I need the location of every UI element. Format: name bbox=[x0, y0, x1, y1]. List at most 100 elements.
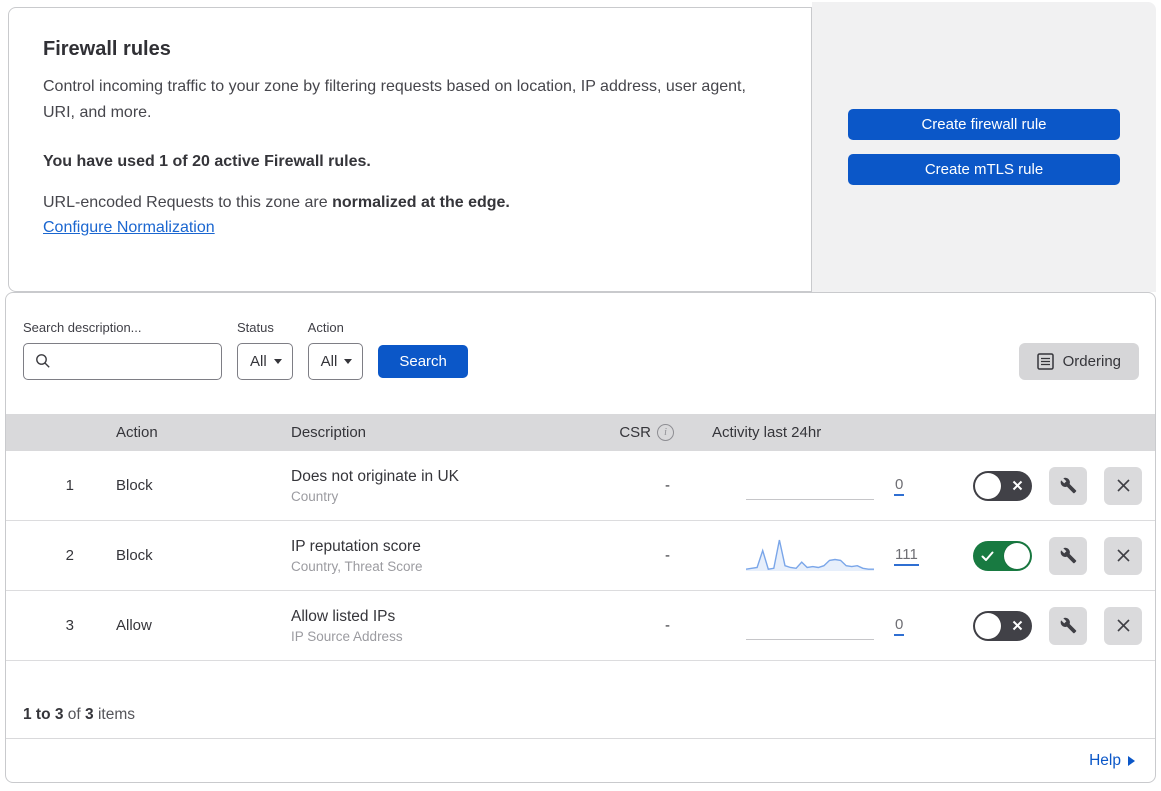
x-icon bbox=[1116, 619, 1130, 632]
rule-csr-value: - bbox=[665, 547, 670, 564]
rule-action: Block bbox=[116, 547, 153, 564]
activity-sparkline bbox=[746, 607, 874, 645]
page-title: Firewall rules bbox=[43, 38, 171, 60]
activity-count-link[interactable]: 0 bbox=[894, 616, 905, 636]
wrench-icon bbox=[1060, 617, 1076, 634]
rule-description-cell: IP reputation score Country, Threat Scor… bbox=[271, 538, 591, 574]
x-icon bbox=[1116, 549, 1130, 562]
filter-bar: Search description... Status All Action … bbox=[6, 293, 1155, 404]
table-row: 3 Allow Allow listed IPs IP Source Addre… bbox=[6, 591, 1155, 661]
status-label: Status bbox=[237, 320, 274, 335]
toggle-on-check-icon bbox=[981, 551, 994, 561]
rule-activity-cell: 111 bbox=[696, 537, 936, 575]
pagination-total: 3 bbox=[85, 706, 94, 723]
rule-action: Allow bbox=[116, 617, 152, 634]
pagination-items: items bbox=[93, 706, 135, 723]
activity-count-link[interactable]: 0 bbox=[894, 476, 905, 496]
rule-action: Block bbox=[116, 477, 153, 494]
rule-description: IP reputation score bbox=[291, 537, 421, 555]
normalization-bold: normalized at the edge. bbox=[332, 194, 510, 211]
usage-note: You have used 1 of 20 active Firewall ru… bbox=[43, 153, 371, 170]
rule-controls bbox=[936, 606, 1155, 645]
configure-normalization-link[interactable]: Configure Normalization bbox=[43, 219, 215, 237]
rule-description-cell: Allow listed IPs IP Source Address bbox=[271, 608, 591, 644]
info-icon[interactable] bbox=[657, 424, 674, 441]
pagination-of: of bbox=[63, 706, 86, 723]
create-actions-panel: Create firewall rule Create mTLS rule bbox=[812, 2, 1156, 292]
search-group: Search description... bbox=[23, 320, 237, 380]
rule-activity-cell: 0 bbox=[696, 467, 936, 505]
help-link[interactable]: Help bbox=[1089, 752, 1135, 770]
delete-rule-button[interactable] bbox=[1104, 536, 1142, 575]
rule-filter-fields: Country bbox=[291, 488, 339, 504]
table-row: 2 Block IP reputation score Country, Thr… bbox=[6, 521, 1155, 591]
rule-description: Does not originate in UK bbox=[291, 467, 460, 485]
toggle-knob bbox=[975, 472, 1001, 499]
toggle-knob bbox=[975, 612, 1001, 639]
activity-sparkline bbox=[745, 537, 874, 575]
action-label: Action bbox=[307, 320, 344, 335]
header-activity: Activity last 24hr bbox=[712, 424, 822, 441]
header-csr: CSR bbox=[591, 424, 696, 441]
header-action: Action bbox=[116, 424, 158, 441]
rule-enabled-toggle[interactable] bbox=[973, 470, 1032, 501]
rule-controls bbox=[936, 466, 1155, 505]
toggle-off-x-icon bbox=[1012, 620, 1023, 630]
delete-rule-button[interactable] bbox=[1104, 466, 1142, 505]
action-selected-value: All bbox=[320, 353, 338, 370]
table-row: 1 Block Does not originate in UK Country… bbox=[6, 451, 1155, 521]
rule-priority: 2 bbox=[65, 547, 74, 564]
rule-activity-cell: 0 bbox=[696, 607, 936, 645]
table-header: Action Description CSR Activity last 24h… bbox=[6, 414, 1155, 451]
rule-filter-fields: IP Source Address bbox=[291, 628, 403, 644]
action-select[interactable]: All bbox=[307, 343, 364, 380]
ordering-list-icon bbox=[1036, 353, 1054, 370]
ordering-button-label: Ordering bbox=[1062, 353, 1121, 370]
toggle-knob bbox=[1004, 542, 1030, 569]
create-firewall-rule-button[interactable]: Create firewall rule bbox=[848, 109, 1120, 140]
status-select[interactable]: All bbox=[237, 343, 293, 380]
search-label: Search description... bbox=[23, 320, 142, 335]
edit-rule-button[interactable] bbox=[1049, 536, 1087, 575]
rule-csr-value: - bbox=[665, 617, 670, 634]
status-selected-value: All bbox=[250, 353, 267, 370]
help-label: Help bbox=[1089, 752, 1121, 769]
firewall-rules-page: Firewall rules Control incoming traffic … bbox=[0, 0, 1161, 791]
search-button[interactable]: Search bbox=[378, 345, 468, 378]
normalization-text: URL-encoded Requests to this zone are bbox=[43, 194, 333, 211]
rule-priority: 3 bbox=[65, 617, 74, 634]
rule-enabled-toggle[interactable] bbox=[973, 540, 1032, 571]
rule-controls bbox=[936, 536, 1155, 575]
search-description-input[interactable] bbox=[23, 343, 222, 380]
firewall-intro-card: Firewall rules Control incoming traffic … bbox=[8, 7, 812, 292]
rule-filter-fields: Country, Threat Score bbox=[291, 558, 423, 574]
header-csr-label: CSR bbox=[619, 424, 651, 441]
search-box bbox=[23, 343, 222, 380]
wrench-icon bbox=[1060, 547, 1076, 564]
rule-priority: 1 bbox=[65, 477, 74, 494]
toggle-off-x-icon bbox=[1012, 480, 1023, 490]
pagination-range: 1 to 3 bbox=[23, 706, 64, 723]
action-filter-group: Action All bbox=[307, 320, 379, 380]
normalization-note: URL-encoded Requests to this zone are no… bbox=[43, 194, 781, 212]
rule-description-cell: Does not originate in UK Country bbox=[271, 468, 591, 504]
delete-rule-button[interactable] bbox=[1104, 606, 1142, 645]
x-icon bbox=[1116, 479, 1130, 492]
create-mtls-rule-button[interactable]: Create mTLS rule bbox=[848, 154, 1120, 185]
pagination-summary: 1 to 3 of 3 items bbox=[6, 661, 1155, 738]
rule-csr-value: - bbox=[665, 477, 670, 494]
chevron-down-icon bbox=[344, 359, 353, 364]
rule-description: Allow listed IPs bbox=[291, 607, 396, 625]
chevron-down-icon bbox=[273, 359, 282, 364]
rule-enabled-toggle[interactable] bbox=[973, 610, 1032, 641]
ordering-button[interactable]: Ordering bbox=[1018, 343, 1139, 380]
edit-rule-button[interactable] bbox=[1049, 466, 1087, 505]
help-arrow-icon bbox=[1128, 756, 1135, 766]
activity-sparkline bbox=[746, 467, 874, 505]
firewall-rules-list-card: Search description... Status All Action … bbox=[5, 292, 1156, 783]
edit-rule-button[interactable] bbox=[1049, 606, 1087, 645]
wrench-icon bbox=[1060, 477, 1076, 494]
help-row: Help bbox=[6, 738, 1155, 782]
activity-count-link[interactable]: 111 bbox=[894, 546, 919, 566]
header-description: Description bbox=[291, 424, 367, 441]
